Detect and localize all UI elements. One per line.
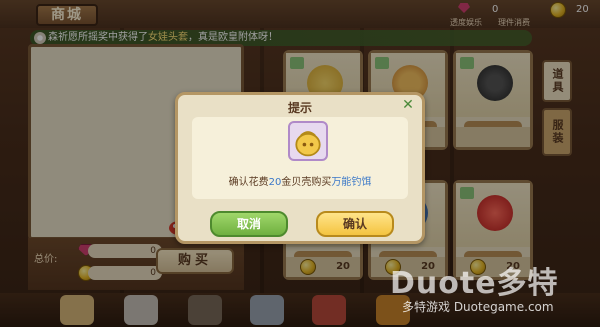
bait-item-icon [288, 121, 328, 161]
confirm-message: 确认花费20金贝壳购买万能钓饵 [192, 173, 408, 188]
watermark-subtitle: 多特游戏 Duotegame.com [402, 300, 554, 314]
dialog-body: 确认花费20金贝壳购买万能钓饵 [192, 117, 408, 199]
bag-icon [295, 131, 321, 157]
close-icon[interactable]: ✕ [400, 97, 416, 113]
confirm-currency: 金贝壳购买 [281, 177, 332, 188]
confirm-amount: 20 [268, 177, 282, 188]
shop-screen: { "header": {"title": "商城"}, "currency":… [0, 0, 600, 327]
cancel-button[interactable]: 取消 [210, 211, 288, 237]
watermark-logo: Duote多特 [390, 266, 559, 301]
confirm-dialog: 提示 ✕ 确认花费20金贝壳购买万能钓饵 取消 确认 [175, 92, 425, 244]
confirm-item: 万能钓饵 [331, 177, 372, 188]
confirm-button[interactable]: 确认 [316, 211, 394, 237]
confirm-prefix: 确认花费 [228, 177, 269, 188]
watermark: Duote多特 多特游戏 Duotegame.com [390, 258, 600, 322]
dialog-title: 提示 [287, 101, 312, 115]
